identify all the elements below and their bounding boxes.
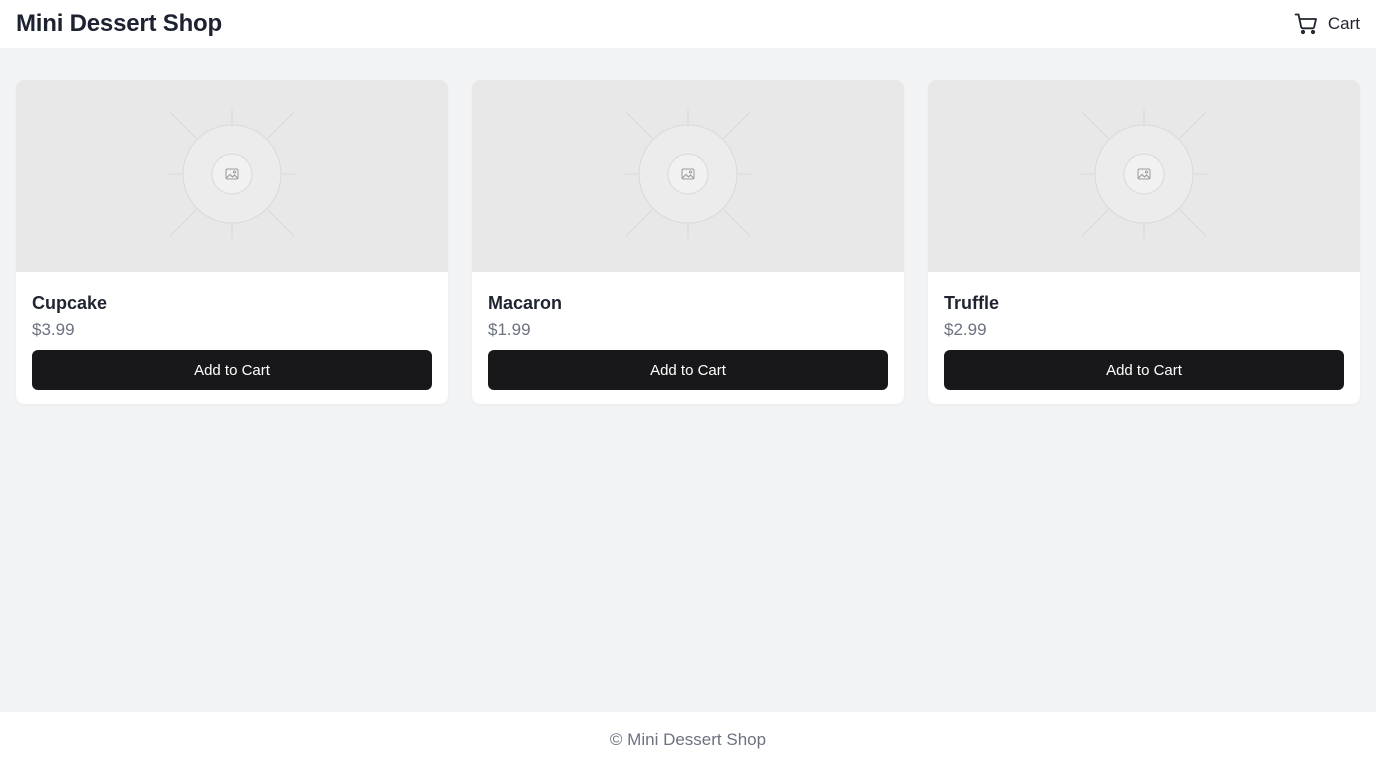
product-card: Cupcake $3.99 Add to Cart: [16, 80, 448, 404]
cart-link[interactable]: Cart: [1294, 12, 1360, 36]
shopping-cart-icon: [1294, 12, 1318, 36]
add-to-cart-button[interactable]: Add to Cart: [32, 350, 432, 390]
add-to-cart-button[interactable]: Add to Cart: [944, 350, 1344, 390]
footer-copyright: © Mini Dessert Shop: [609, 730, 767, 749]
site-header: Mini Dessert Shop Cart: [0, 0, 1376, 48]
product-name: Cupcake: [32, 293, 108, 313]
image-placeholder-icon: [162, 104, 302, 249]
product-card-body: Macaron $1.99 Add to Cart: [472, 272, 904, 404]
add-to-cart-button[interactable]: Add to Cart: [488, 350, 888, 390]
site-footer: © Mini Dessert Shop: [0, 712, 1376, 768]
product-name: Macaron: [488, 293, 563, 313]
product-image: [928, 80, 1360, 272]
product-name: Truffle: [944, 293, 1000, 313]
product-grid: Cupcake $3.99 Add to Cart Macaron $1.99 …: [16, 80, 1360, 404]
product-price: $3.99: [32, 320, 75, 339]
product-price: $2.99: [944, 320, 987, 339]
product-price: $1.99: [488, 320, 531, 339]
product-image: [472, 80, 904, 272]
product-card: Macaron $1.99 Add to Cart: [472, 80, 904, 404]
site-title: Mini Dessert Shop: [16, 10, 222, 37]
image-placeholder-icon: [1074, 104, 1214, 249]
product-image: [16, 80, 448, 272]
product-card-body: Truffle $2.99 Add to Cart: [928, 272, 1360, 404]
cart-label: Cart: [1327, 14, 1360, 33]
product-card-body: Cupcake $3.99 Add to Cart: [16, 272, 448, 404]
product-card: Truffle $2.99 Add to Cart: [928, 80, 1360, 404]
image-placeholder-icon: [618, 104, 758, 249]
